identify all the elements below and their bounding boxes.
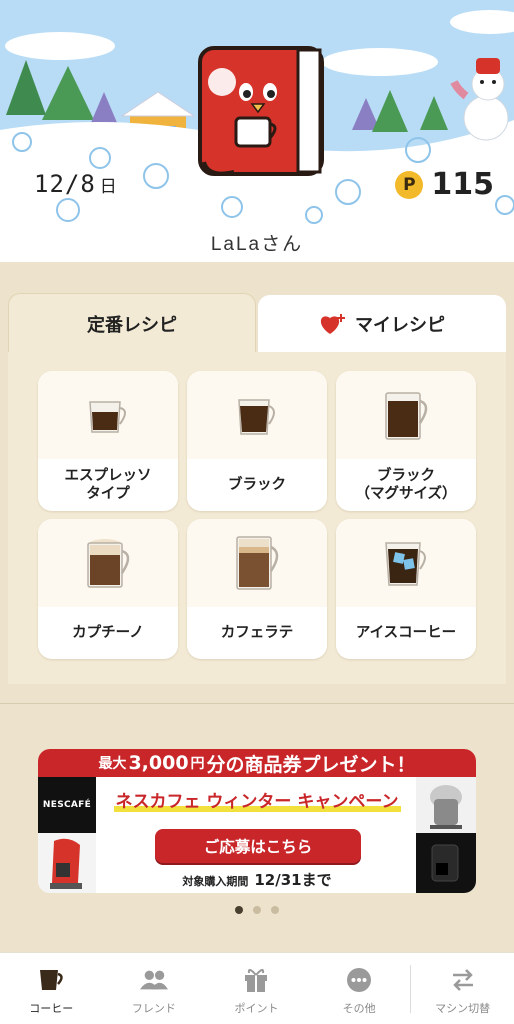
nav-friends-label: フレンド (131, 1002, 176, 1015)
section-divider (0, 703, 514, 704)
current-date: 12/8 日 (34, 170, 118, 198)
date-value: 12/8 (34, 170, 96, 198)
recipe-label: カフェラテ (187, 607, 327, 659)
mascot-character (198, 46, 324, 176)
nescafe-logo: NESCAFÉ (38, 777, 96, 833)
iced-coffee-glass-icon (385, 542, 426, 586)
cafe-latte-glass-icon (236, 536, 279, 590)
carousel-indicator (0, 906, 514, 914)
nav-other[interactable]: その他 (308, 953, 411, 1024)
nav-other-label: その他 (342, 1002, 376, 1015)
recipe-card-iced-coffee[interactable]: アイスコーヒー (336, 519, 476, 659)
coffee-cup-icon (40, 970, 64, 990)
swap-icon (452, 969, 473, 991)
friends-icon (139, 970, 168, 990)
banner-title-text: ネスカフェ ウィンター キャンペーン (113, 792, 401, 812)
nav-coffee-label: コーヒー (29, 1002, 74, 1015)
nav-points[interactable]: ポイント (205, 953, 308, 1024)
recipe-card-black[interactable]: ブラック (187, 371, 327, 511)
apply-button[interactable]: ご応募はこちら (155, 829, 361, 863)
recipe-card-cafe-latte[interactable]: カフェラテ (187, 519, 327, 659)
nav-machine-switch-label: マシン切替 (435, 1002, 491, 1015)
recipe-card-espresso[interactable]: エスプレッソ タイプ (38, 371, 178, 511)
coffee-machine-image-right-bottom (416, 833, 476, 893)
ribbon-unit: 円 (190, 756, 205, 772)
more-icon (347, 968, 372, 992)
recipe-label: エスプレッソ タイプ (38, 459, 178, 511)
hero-header: 12/8 日 P 115 LaLaさん (0, 0, 514, 262)
coffee-machine-image-left (38, 833, 96, 893)
recipe-label: ブラック （マグサイズ） (336, 459, 476, 511)
username-label: LaLaさん (0, 228, 514, 262)
banner-ribbon: 最大 3,000 円 分の商品券プレゼント！ (38, 749, 476, 777)
bottom-navigation: コーヒー フレンド ポイント その他 マシン切替 (0, 952, 514, 1024)
recipe-grid: エスプレッソ タイプ ブラック ブラック （マグサイズ） カプチーノ カフェラテ… (38, 371, 476, 659)
recipe-tabs: 定番レシピ マイレシピ (8, 293, 506, 353)
nav-machine-switch[interactable]: マシン切替 (411, 953, 514, 1024)
black-coffee-cup-icon (238, 399, 275, 435)
tab-standard-recipes-label: 定番レシピ (87, 314, 177, 336)
mug-icon (385, 392, 428, 440)
carousel-dot[interactable] (235, 906, 243, 914)
points-display[interactable]: P 115 (395, 167, 494, 202)
recipe-card-black-mug[interactable]: ブラック （マグサイズ） (336, 371, 476, 511)
nav-friends[interactable]: フレンド (103, 953, 206, 1024)
points-badge-icon: P (395, 170, 424, 199)
recipe-card-cappuccino[interactable]: カプチーノ (38, 519, 178, 659)
tab-standard-recipes[interactable]: 定番レシピ (8, 293, 256, 353)
campaign-banner[interactable]: 最大 3,000 円 分の商品券プレゼント！ NESCAFÉ ネスカフェ ウィン… (38, 749, 476, 893)
tab-my-recipes[interactable]: マイレシピ (258, 295, 506, 353)
nav-points-label: ポイント (234, 1002, 279, 1015)
date-suffix: 日 (99, 177, 118, 197)
tab-my-recipes-label: マイレシピ (355, 315, 445, 336)
carousel-dot[interactable] (253, 906, 261, 914)
nav-coffee[interactable]: コーヒー (0, 953, 103, 1024)
cappuccino-cup-icon (87, 539, 130, 588)
period-label: 対象購入期間 (182, 875, 249, 888)
winter-scene-illustration (0, 10, 514, 262)
coffee-machine-image-right-top (416, 777, 476, 833)
points-value: 115 (431, 167, 494, 202)
period-date: 12/31まで (254, 871, 332, 889)
espresso-cup-icon (89, 401, 126, 433)
ribbon-amount: 3,000 (128, 752, 189, 774)
recipe-label: カプチーノ (38, 607, 178, 659)
ribbon-suffix: 分の商品券プレゼント！ (206, 753, 416, 776)
carousel-dot[interactable] (271, 906, 279, 914)
recipe-label: ブラック (187, 459, 327, 511)
gift-icon (245, 969, 268, 992)
purchase-period: 対象購入期間 12/31まで (100, 869, 414, 890)
heart-plus-icon (320, 314, 345, 334)
recipe-label: アイスコーヒー (336, 607, 476, 659)
ribbon-prefix: 最大 (98, 756, 127, 772)
banner-title: ネスカフェ ウィンター キャンペーン (100, 787, 414, 812)
